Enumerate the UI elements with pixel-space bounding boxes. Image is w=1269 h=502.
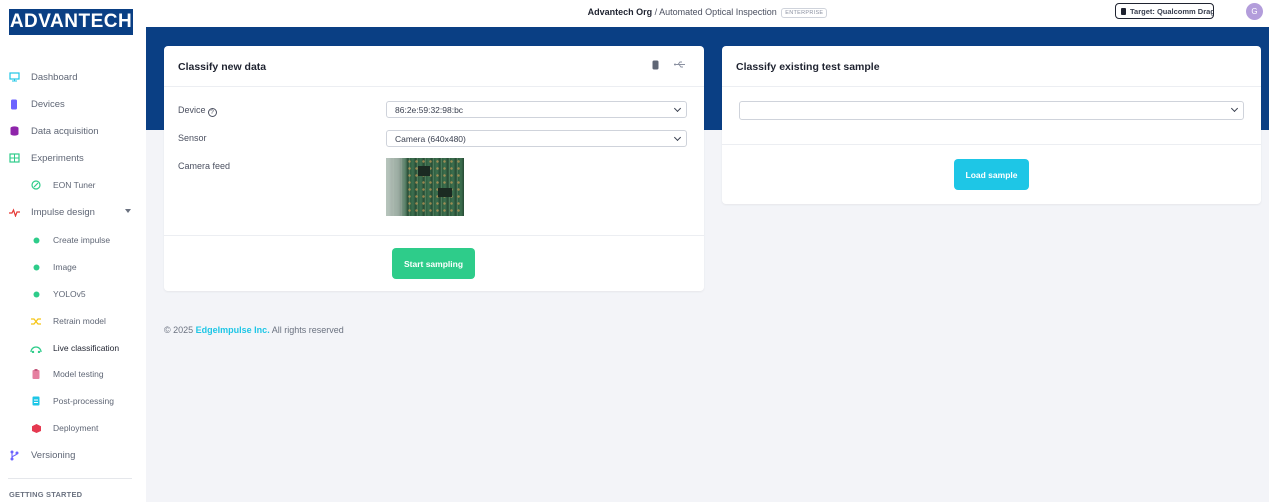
- table-icon: [8, 152, 20, 164]
- sidebar-item-devices[interactable]: Devices: [0, 93, 146, 115]
- start-sampling-button[interactable]: Start sampling: [392, 248, 475, 279]
- device-label: Device?: [178, 105, 217, 117]
- card-title: Classify existing test sample: [736, 61, 880, 73]
- branch-icon: [8, 449, 20, 461]
- target-device-button[interactable]: Target: Qualcomm Drago...: [1115, 3, 1214, 19]
- pcb-pattern: [406, 158, 464, 216]
- sidebar-item-post-processing[interactable]: Post-processing: [0, 390, 146, 412]
- dot-icon: [30, 261, 42, 273]
- document-icon: [30, 395, 42, 407]
- footer-rights: All rights reserved: [271, 325, 344, 335]
- sidebar-item-label: Deployment: [53, 423, 99, 433]
- sidebar-item-impulse-design[interactable]: Impulse design: [0, 201, 146, 223]
- device-select[interactable]: 86:2e:59:32:98:bc: [386, 101, 687, 118]
- light-glare: [386, 158, 408, 216]
- footer-copyright: © 2025: [164, 325, 194, 335]
- sidebar-item-label: EON Tuner: [53, 180, 96, 190]
- card-title: Classify new data: [178, 61, 267, 73]
- load-sample-button[interactable]: Load sample: [954, 159, 1029, 190]
- chip-icon: [1121, 7, 1126, 15]
- breadcrumb-org[interactable]: Advantech Org: [588, 7, 653, 17]
- avatar[interactable]: G: [1246, 3, 1263, 20]
- card-footer-divider: [722, 144, 1261, 145]
- advantech-logo[interactable]: ADVANTECH: [9, 9, 133, 35]
- sidebar-item-image[interactable]: Image: [0, 256, 146, 278]
- sidebar-item-label: Create impulse: [53, 235, 111, 245]
- sensor-select-value: Camera (640x480): [395, 133, 466, 144]
- sidebar-item-label: Versioning: [31, 449, 76, 461]
- sidebar-item-label: Post-processing: [53, 396, 114, 406]
- card-header-divider: [722, 86, 1261, 87]
- sidebar-item-model-testing[interactable]: Model testing: [0, 363, 146, 385]
- database-icon: [8, 125, 20, 137]
- footer: © 2025 EdgeImpulse Inc. All rights reser…: [164, 325, 344, 335]
- chevron-down-icon: [1230, 104, 1239, 113]
- chevron-down-icon: [673, 104, 682, 113]
- sidebar: ADVANTECH Dashboard Devices Data acquisi…: [0, 0, 146, 502]
- getting-started-heading: GETTING STARTED: [9, 490, 83, 499]
- test-sample-select[interactable]: [739, 101, 1244, 120]
- sidebar-item-label: Image: [53, 262, 77, 272]
- signal-icon: [30, 342, 42, 354]
- sidebar-item-data-acquisition[interactable]: Data acquisition: [0, 120, 146, 142]
- sensor-select[interactable]: Camera (640x480): [386, 130, 687, 147]
- sidebar-item-retrain-model[interactable]: Retrain model: [0, 310, 146, 332]
- chevron-down-icon: [673, 133, 682, 142]
- sidebar-item-label: Live classification: [53, 343, 120, 353]
- sidebar-item-eon-tuner[interactable]: EON Tuner: [0, 174, 146, 196]
- breadcrumb-project[interactable]: Automated Optical Inspection: [659, 7, 777, 17]
- sidebar-item-deployment[interactable]: Deployment: [0, 417, 146, 439]
- sidebar-item-yolov5[interactable]: YOLOv5: [0, 283, 146, 305]
- usb-icon[interactable]: [674, 60, 686, 71]
- help-icon[interactable]: ?: [207, 108, 217, 117]
- target-icon: [30, 179, 42, 191]
- pcb-component: [438, 188, 452, 197]
- sidebar-item-live-classification[interactable]: Live classification: [0, 337, 146, 359]
- pcb-component: [418, 166, 430, 176]
- device-select-value: 86:2e:59:32:98:bc: [395, 104, 464, 115]
- target-label: Target: Qualcomm Drago...: [1130, 6, 1214, 16]
- sidebar-item-create-impulse[interactable]: Create impulse: [0, 229, 146, 251]
- enterprise-badge: ENTERPRISE: [781, 8, 828, 18]
- top-bar: Advantech Org / Automated Optical Inspec…: [146, 0, 1269, 27]
- sensor-label: Sensor: [178, 133, 207, 143]
- card-footer-divider: [164, 235, 704, 236]
- sidebar-item-label: Data acquisition: [31, 125, 99, 137]
- breadcrumb: Advantech Org / Automated Optical Inspec…: [146, 7, 1269, 18]
- classify-new-data-card: Classify new data Device? 86:2e:59:32:98…: [164, 46, 704, 291]
- chip-icon: [8, 98, 20, 110]
- pulse-icon: [8, 206, 20, 218]
- camera-feed-label: Camera feed: [178, 161, 231, 171]
- sidebar-item-label: YOLOv5: [53, 289, 86, 299]
- sidebar-item-label: Model testing: [53, 369, 104, 379]
- sidebar-divider: [8, 478, 132, 479]
- classify-existing-sample-card: Classify existing test sample Load sampl…: [722, 46, 1261, 204]
- sidebar-item-label: Retrain model: [53, 316, 106, 326]
- footer-company-link[interactable]: EdgeImpulse Inc.: [196, 325, 270, 335]
- device-chip-icon[interactable]: [652, 60, 659, 72]
- monitor-icon: [8, 71, 20, 83]
- sidebar-item-versioning[interactable]: Versioning: [0, 444, 146, 466]
- sidebar-item-dashboard[interactable]: Dashboard: [0, 66, 146, 88]
- breadcrumb-separator: /: [654, 7, 658, 17]
- sidebar-item-label: Impulse design: [31, 206, 95, 218]
- device-label-text: Device: [178, 105, 206, 115]
- sidebar-item-experiments[interactable]: Experiments: [0, 147, 146, 169]
- dot-icon: [30, 288, 42, 300]
- sidebar-item-label: Experiments: [31, 152, 84, 164]
- camera-feed-image: [386, 158, 464, 216]
- shuffle-icon: [30, 315, 42, 327]
- dot-icon: [30, 234, 42, 246]
- box-icon: [30, 422, 42, 434]
- card-header-divider: [164, 86, 704, 87]
- chevron-down-icon[interactable]: [125, 209, 131, 213]
- sidebar-item-label: Devices: [31, 98, 65, 110]
- clipboard-icon: [30, 368, 42, 380]
- sidebar-item-label: Dashboard: [31, 71, 78, 83]
